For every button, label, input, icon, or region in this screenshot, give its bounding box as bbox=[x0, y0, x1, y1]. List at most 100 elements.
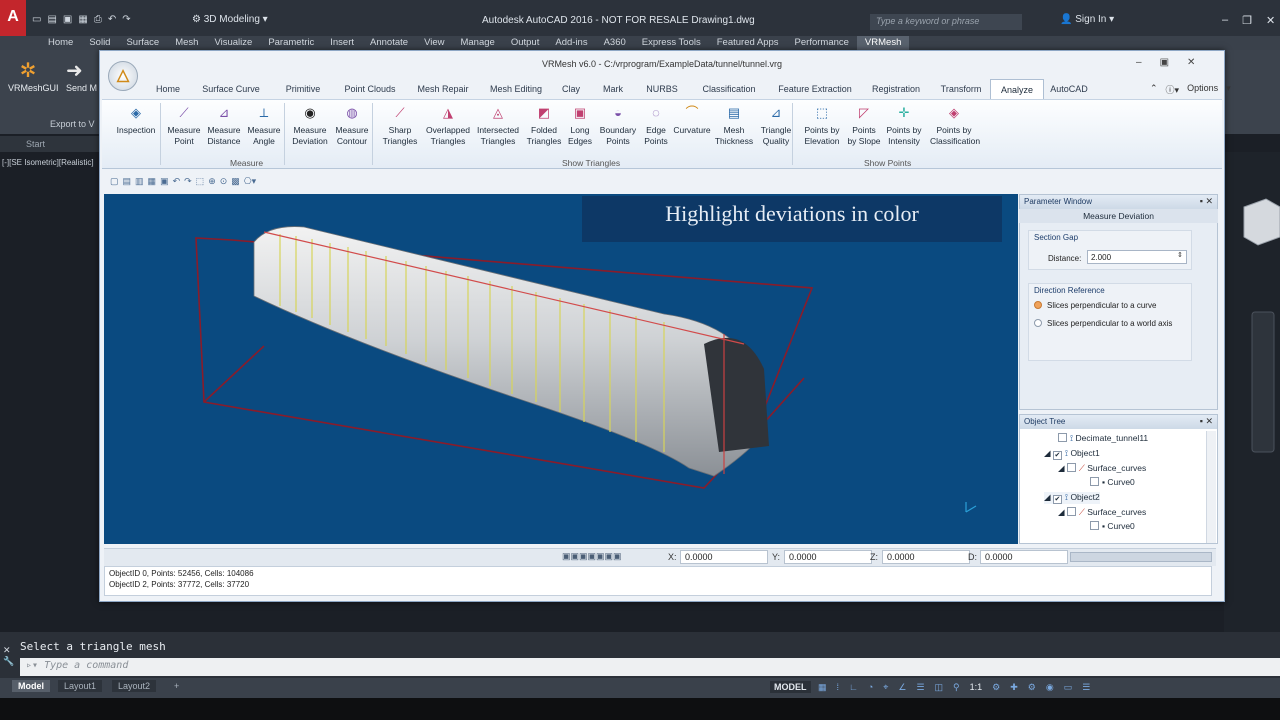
close-icon[interactable]: ✕ bbox=[1266, 14, 1275, 27]
saveas-icon[interactable]: ▦ bbox=[78, 14, 87, 30]
ribbon-button-points-by-classification[interactable]: ◈ Points by Classification bbox=[930, 105, 980, 146]
undo-icon[interactable]: ↶ bbox=[108, 14, 116, 30]
open-icon[interactable]: ▤ bbox=[47, 14, 56, 30]
checkbox[interactable]: ✔ bbox=[1052, 495, 1062, 504]
vrmeshgui-button[interactable]: ✲ VRMeshGUI bbox=[8, 58, 59, 93]
maximize-icon[interactable]: ❐ bbox=[1242, 14, 1252, 27]
tab-layout2[interactable]: Layout2 bbox=[112, 680, 157, 692]
start-tab[interactable]: Start bbox=[0, 136, 100, 152]
command-input[interactable]: ▹▾ Type a command bbox=[20, 658, 1280, 676]
workspace-dropdown[interactable]: ⚙ 3D Modeling ▾ bbox=[192, 14, 372, 30]
vr-tab-mark[interactable]: Mark bbox=[590, 79, 636, 99]
y-field[interactable]: 0.0000 bbox=[784, 550, 872, 564]
new-icon[interactable]: ▢ bbox=[110, 176, 119, 186]
vr-tab-mesh-repair[interactable]: Mesh Repair bbox=[406, 79, 480, 99]
checkbox[interactable] bbox=[1058, 433, 1067, 442]
ribbon-button-measure-contour[interactable]: ◍ Measure Contour bbox=[328, 105, 376, 146]
model-space-button[interactable]: MODEL bbox=[770, 681, 811, 693]
autocad-drawing-area[interactable] bbox=[1224, 152, 1280, 632]
gear-icon[interactable]: ⚙ bbox=[992, 682, 1000, 693]
otrack-icon[interactable]: ∠ bbox=[898, 682, 906, 693]
acad-tab-featured-apps[interactable]: Featured Apps bbox=[709, 36, 787, 50]
expand-icon[interactable]: ◢ bbox=[1044, 448, 1053, 458]
pin-close-icon[interactable]: ▪ ✕ bbox=[1200, 416, 1213, 427]
import-icon[interactable]: ▥ bbox=[135, 176, 144, 186]
expand-icon[interactable]: ◢ bbox=[1044, 492, 1053, 502]
checkbox[interactable] bbox=[1066, 463, 1076, 472]
lineweight-icon[interactable]: ☰ bbox=[916, 682, 924, 693]
undo-icon[interactable]: ↶ bbox=[173, 176, 181, 186]
close-icon[interactable]: ✕ bbox=[1187, 57, 1195, 68]
autocad-logo[interactable]: A bbox=[0, 0, 26, 36]
acad-tab-add-ins[interactable]: Add-ins bbox=[547, 36, 595, 50]
acad-tab-view[interactable]: View bbox=[416, 36, 452, 50]
vr-tab-point-clouds[interactable]: Point Clouds bbox=[334, 79, 406, 99]
grid-icon[interactable]: ▦ bbox=[818, 682, 827, 693]
acad-tab-vrmesh[interactable]: VRMesh bbox=[856, 36, 910, 50]
acad-tab-visualize[interactable]: Visualize bbox=[206, 36, 260, 50]
expand-icon[interactable]: ◢ bbox=[1058, 463, 1067, 473]
minimize-icon[interactable]: – bbox=[1222, 14, 1228, 27]
tab-layout1[interactable]: Layout1 bbox=[58, 680, 103, 692]
vr-tab-primitive[interactable]: Primitive bbox=[272, 79, 334, 99]
save-icon[interactable]: ▣ bbox=[160, 176, 169, 186]
send-mesh-button[interactable]: ➜ Send M bbox=[66, 58, 97, 93]
redo-icon[interactable]: ↷ bbox=[184, 176, 192, 186]
print-icon[interactable]: ⎙ bbox=[94, 14, 102, 30]
help-icon[interactable]: ⓘ▾ bbox=[1166, 83, 1180, 96]
annotation-icon[interactable]: ⚲ bbox=[953, 682, 960, 693]
vr-tab-transform[interactable]: Transform bbox=[932, 79, 990, 99]
z-field[interactable]: 0.0000 bbox=[882, 550, 970, 564]
isolate-icon[interactable]: ◉ bbox=[1046, 682, 1054, 693]
distance-input[interactable]: 2.000 bbox=[1087, 250, 1187, 264]
viewport-label[interactable]: [-][SE Isometric][Realistic] bbox=[2, 158, 94, 167]
acad-tab-output[interactable]: Output bbox=[503, 36, 548, 50]
polar-icon[interactable]: ◔ bbox=[868, 682, 873, 693]
acad-tab-manage[interactable]: Manage bbox=[452, 36, 502, 50]
acad-tab-solid[interactable]: Solid bbox=[81, 36, 118, 50]
export-icon[interactable]: ▦ bbox=[148, 176, 157, 186]
tree-scrollbar[interactable] bbox=[1206, 431, 1216, 543]
d-field[interactable]: 0.0000 bbox=[980, 550, 1068, 564]
ribbon-button-overlapped-triangles[interactable]: ◮ Overlapped Triangles bbox=[424, 105, 472, 146]
transparency-icon[interactable]: ◫ bbox=[935, 682, 944, 693]
vr-tab-mesh-editing[interactable]: Mesh Editing bbox=[480, 79, 552, 99]
ribbon-button-points-by-elevation[interactable]: ⬚ Points by Elevation bbox=[798, 105, 846, 146]
ribbon-button-points-by-intensity[interactable]: ✛ Points by Intensity bbox=[880, 105, 928, 146]
collapse-icon[interactable]: ⌃ bbox=[1150, 83, 1158, 96]
expand-icon[interactable]: ◢ bbox=[1058, 507, 1067, 517]
checkbox[interactable] bbox=[1066, 507, 1076, 516]
vr-tab-feature-extraction[interactable]: Feature Extraction bbox=[770, 79, 860, 99]
maximize-icon[interactable]: ▣ bbox=[1160, 57, 1169, 68]
checkbox[interactable]: ✔ bbox=[1052, 451, 1062, 460]
sign-in-button[interactable]: 👤 Sign In ▾ bbox=[1060, 14, 1114, 25]
tree-item[interactable]: ◢ ⟋ Surface_curves bbox=[1058, 507, 1146, 518]
vr-tab-autocad[interactable]: AutoCAD bbox=[1044, 79, 1094, 99]
acad-tab-annotate[interactable]: Annotate bbox=[362, 36, 416, 50]
ribbon-button-curvature[interactable]: ⌒ Curvature bbox=[668, 105, 716, 136]
minimize-icon[interactable]: – bbox=[1136, 57, 1142, 68]
ribbon-button-mesh-thickness[interactable]: ▤ Mesh Thickness bbox=[710, 105, 758, 146]
tab-model[interactable]: Model bbox=[12, 680, 50, 692]
select-icon[interactable]: ⬚ bbox=[196, 176, 205, 186]
plus-icon[interactable]: ✚ bbox=[1010, 682, 1018, 693]
ribbon-button-measure-angle[interactable]: ⟂ Measure Angle bbox=[240, 105, 288, 146]
osnap-icon[interactable]: ⌖ bbox=[883, 682, 888, 693]
search-input[interactable]: Type a keyword or phrase bbox=[870, 14, 1022, 30]
ribbon-button-sharp-triangles[interactable]: ⟋ Sharp Triangles bbox=[376, 105, 424, 146]
pin-close-icon[interactable]: ▪ ✕ bbox=[1200, 196, 1213, 207]
acad-tab-a360[interactable]: A360 bbox=[596, 36, 634, 50]
vr-tab-home[interactable]: Home bbox=[146, 79, 190, 99]
vr-tab-clay[interactable]: Clay bbox=[552, 79, 590, 99]
acad-tab-parametric[interactable]: Parametric bbox=[260, 36, 322, 50]
zoom-icon[interactable]: ⊙ bbox=[220, 176, 228, 186]
acad-tab-express-tools[interactable]: Express Tools bbox=[634, 36, 709, 50]
workspace-icon[interactable]: ⚙ bbox=[1028, 682, 1036, 693]
add-layout-icon[interactable]: + bbox=[168, 680, 185, 692]
tree-item[interactable]: ▪ Curve0 bbox=[1090, 477, 1135, 487]
view-mode-icons[interactable]: ▣▣▣▣▣▣▣ bbox=[562, 551, 622, 562]
view-icon[interactable]: ⎔▾ bbox=[244, 176, 256, 186]
vr-tab-surface-curve[interactable]: Surface Curve bbox=[190, 79, 272, 99]
checkbox[interactable] bbox=[1090, 521, 1099, 530]
tree-item[interactable]: ◢ ✔ ⟟ Object2 bbox=[1044, 492, 1100, 504]
